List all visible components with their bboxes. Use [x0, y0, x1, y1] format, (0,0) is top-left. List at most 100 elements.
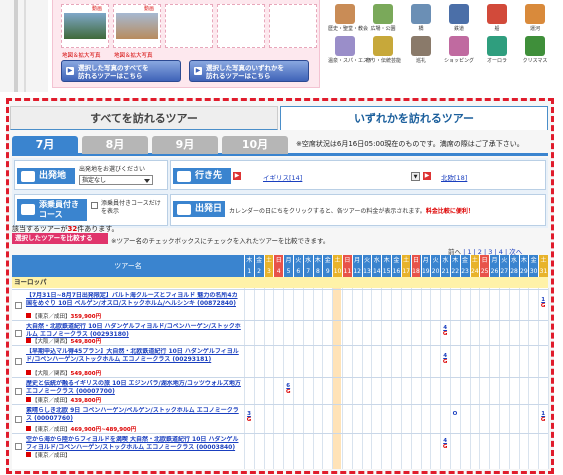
visit-all-button[interactable]: ▶ 選択した写真のすべてを 訪れるツアーはこちら — [61, 60, 181, 82]
availability-mark[interactable]: 4G — [441, 353, 449, 365]
category-shopping[interactable]: ショッピング — [442, 34, 476, 66]
destination-nordic[interactable]: 北欧[18] — [441, 172, 467, 182]
tour-checkbox[interactable] — [15, 443, 22, 450]
day-cell[interactable]: 8 — [312, 266, 323, 277]
day-cell[interactable]: 26 — [489, 266, 499, 277]
category-railway[interactable]: 鉄道 — [442, 2, 476, 34]
category-ship[interactable]: 船 — [480, 2, 514, 34]
day-cell[interactable]: 11 — [342, 266, 352, 277]
availability-mark[interactable]: O — [451, 411, 459, 417]
tour-checkbox[interactable] — [15, 329, 22, 337]
tour-calendar-table: ツアー名 木 1 金 2 土 3 日 4 月 5 火 6 水 7 木 8 金 9 土 10 日 11 月 12 火 13 水 14 木 1… — [12, 255, 549, 469]
day-cell[interactable]: 17 — [400, 266, 411, 277]
destination-uk[interactable]: イギリス[14] — [263, 172, 302, 182]
day-cell[interactable]: 1 — [244, 266, 254, 277]
departure-select[interactable]: 指定なし — [79, 175, 153, 185]
category-festival[interactable]: 祭り・伝統芸能 — [366, 34, 401, 66]
visit-any-button[interactable]: ▶ 選択した写真のいずれかを 訪れるツアーはこちら — [189, 60, 309, 82]
decorative-lamppost — [0, 0, 48, 92]
tour-title-link[interactable]: 【7月31日~8月7日出発限定】バルト海クルーズとフィヨルド 魅力の名所4カ国を… — [26, 292, 242, 313]
weekday-cell: 日 — [273, 255, 283, 266]
weekday-cell: 木 — [381, 255, 391, 266]
day-cell[interactable]: 28 — [508, 266, 519, 277]
day-cell[interactable]: 21 — [440, 266, 450, 277]
day-cell[interactable]: 22 — [449, 266, 460, 277]
tour-title-link[interactable]: 空から海から陸からフィヨルドを満喫 大自然・北欧鉄道紀行 10日 ハダンゲルフィ… — [26, 436, 242, 452]
day-cell[interactable]: 5 — [283, 266, 293, 277]
availability-mark[interactable]: 1G — [539, 411, 547, 423]
day-cell[interactable]: 6 — [293, 266, 303, 277]
category-canal[interactable]: 運河 — [518, 2, 552, 34]
day-cell[interactable]: 9 — [322, 266, 333, 277]
photo-thumb-2[interactable]: 動画 地図＆拡大写真 — [113, 4, 161, 59]
category-church[interactable]: 歴史・聖堂・教会 — [328, 2, 368, 34]
tour-title-link[interactable]: 大自然・北欧鉄道紀行 10日 ハダンゲルフィヨルド/コペンハーゲン/ストックホル… — [26, 323, 242, 338]
day-cell[interactable]: 24 — [469, 266, 480, 277]
tab-month-10[interactable]: 10月 — [222, 136, 288, 154]
day-cell[interactable]: 18 — [410, 266, 421, 277]
spa-icon — [335, 36, 355, 56]
availability-mark[interactable]: 6G — [284, 383, 292, 395]
weekday-cell: 火 — [293, 255, 303, 266]
map-link[interactable]: 地図＆拡大写真 — [114, 51, 174, 59]
category-christmas[interactable]: クリスマス — [518, 34, 552, 66]
category-label: ショッピング — [443, 58, 474, 64]
category-bridge[interactable]: 橋 — [404, 2, 438, 34]
day-cell[interactable]: 27 — [498, 266, 509, 277]
compare-tours-button[interactable]: 選択したツアーを比較する — [12, 233, 108, 244]
availability-symbol: G — [246, 416, 252, 423]
day-cell[interactable]: 13 — [361, 266, 372, 277]
day-cell[interactable]: 30 — [528, 266, 538, 277]
availability-mark[interactable]: 4G — [441, 438, 449, 450]
selected-photos-panel: 動画 地図＆拡大写真 動画 地図＆拡大写真 ▶ 選択した写真のすべてを 訪れるツ… — [52, 0, 320, 88]
tab-month-9[interactable]: 9月 — [152, 136, 218, 154]
tour-title-link[interactable]: 【早期申込マル得45プラン】大自然・北欧鉄道紀行 10日 ハダンゲルフィヨルド/… — [26, 348, 242, 370]
tour-checkbox[interactable] — [15, 387, 22, 395]
category-spa[interactable]: 温泉・スパ・エステ — [328, 34, 373, 66]
table-row: 【7月31日~8月7日出発限定】バルト海クルーズとフィヨルド 魅力の名所4カ国を… — [12, 289, 548, 320]
tab-visit-any[interactable]: いずれかを訪れるツアー — [280, 106, 548, 130]
weekday-cell: 日 — [342, 255, 352, 266]
day-cell[interactable]: 16 — [391, 266, 401, 277]
photo-slot-empty — [217, 4, 265, 48]
tour-checkbox[interactable] — [15, 358, 22, 365]
tour-title-link[interactable]: 歴史と伝統が融るイギリスの旅 10日 エジンバラ/湖水地方/コッツウォルズ地方 … — [26, 380, 242, 397]
day-cell[interactable]: 7 — [302, 266, 313, 277]
availability-mark[interactable]: 3G — [245, 411, 253, 423]
christmas-tree-icon — [525, 36, 545, 56]
category-pilgrimage[interactable]: 巡礼 — [404, 34, 438, 66]
tab-month-8[interactable]: 8月 — [82, 136, 148, 154]
day-cell[interactable]: 3 — [263, 266, 274, 277]
day-cell[interactable]: 29 — [518, 266, 529, 277]
day-cell[interactable]: 25 — [479, 266, 489, 277]
availability-mark[interactable]: 1G — [539, 297, 547, 309]
day-cell[interactable]: 20 — [430, 266, 440, 277]
arrow-right-icon: ▶ — [194, 67, 202, 75]
day-cell[interactable]: 31 — [538, 266, 548, 277]
day-cell[interactable]: 10 — [332, 266, 342, 277]
tour-checkbox[interactable] — [15, 301, 22, 309]
day-cell[interactable]: 2 — [253, 266, 264, 277]
compare-note: ※ツアー名のチェックボックスにチェックを入れたツアーを比較できます。 — [111, 237, 330, 245]
arrow-right-icon: ▶ — [423, 172, 431, 180]
expand-icon[interactable]: ▼ — [411, 172, 420, 181]
day-cell[interactable]: 4 — [273, 266, 283, 277]
top-area: 動画 地図＆拡大写真 動画 地図＆拡大写真 ▶ 選択した写真のすべてを 訪れるツ… — [0, 0, 563, 92]
weekday-cell: 金 — [322, 255, 333, 266]
map-link[interactable]: 地図＆拡大写真 — [62, 51, 122, 59]
category-aurora[interactable]: オーロラ — [480, 34, 514, 66]
tour-checkbox[interactable] — [15, 415, 22, 423]
day-cell[interactable]: 19 — [420, 266, 431, 277]
day-cell[interactable]: 15 — [381, 266, 391, 277]
tab-month-7[interactable]: 7月 — [12, 136, 78, 154]
tab-visit-all[interactable]: すべてを訪れるツアー — [10, 106, 278, 130]
availability-mark[interactable]: 4G — [441, 325, 449, 337]
escort-checkbox[interactable] — [91, 202, 98, 209]
category-park[interactable]: 広場・公園 — [366, 2, 400, 34]
photo-thumb-1[interactable]: 動画 地図＆拡大写真 — [61, 4, 109, 59]
tour-title-link[interactable]: 素晴らしき北欧 9日 コペンハーゲン/ベルゲン/ストックホルム エコノミークラス… — [26, 407, 242, 426]
day-cell[interactable]: 12 — [351, 266, 362, 277]
day-cell[interactable]: 23 — [459, 266, 470, 277]
tour-meta: 【東京／成田】 — [26, 452, 242, 460]
day-cell[interactable]: 14 — [371, 266, 382, 277]
